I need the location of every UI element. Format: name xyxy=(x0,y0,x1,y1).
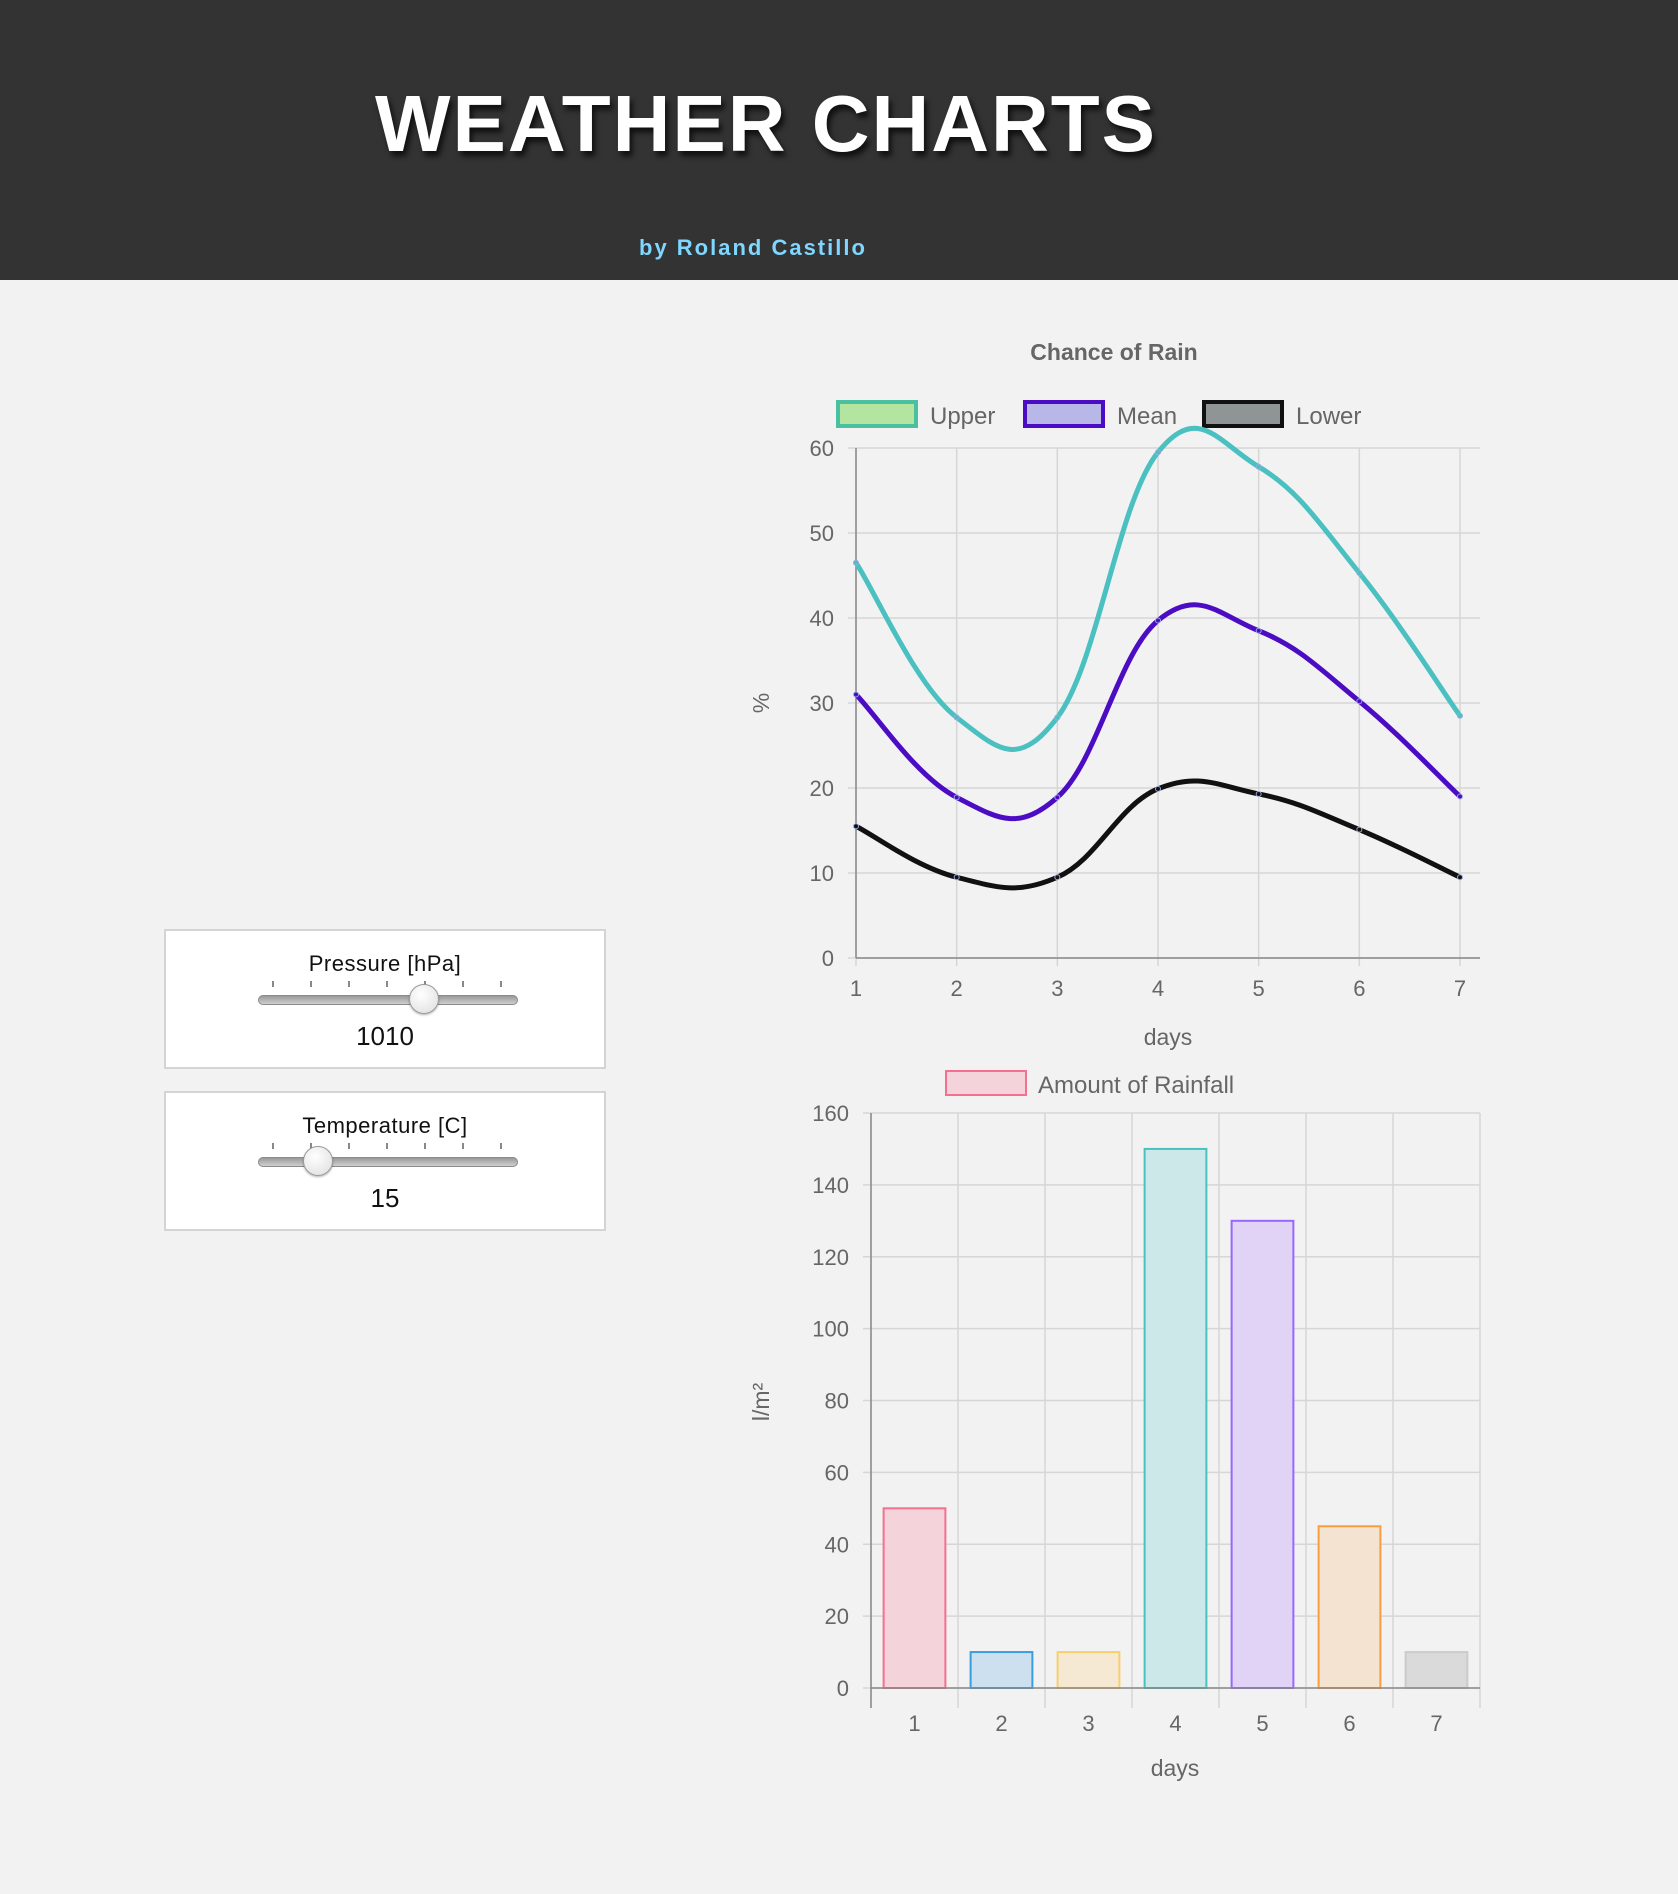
data-point-lower xyxy=(1457,874,1463,881)
chart-title: Chance of Rain xyxy=(1030,339,1197,365)
y-tick-label: 0 xyxy=(837,1676,849,1701)
y-tick-label: 30 xyxy=(810,691,834,716)
pressure-label: Pressure [hPa] xyxy=(308,951,462,976)
y-tick-label: 60 xyxy=(825,1460,849,1485)
y-tick-label: 120 xyxy=(812,1245,849,1270)
x-tick-label: 2 xyxy=(995,1711,1007,1736)
data-point-upper xyxy=(953,714,960,721)
temperature-control: Temperature [C] 15 xyxy=(164,1091,606,1231)
legend-item-mean: Mean xyxy=(1023,400,1177,430)
data-point-mean xyxy=(1155,617,1161,624)
y-tick-label: 0 xyxy=(822,946,834,971)
bar-day-4 xyxy=(1143,1147,1208,1689)
data-point-lower xyxy=(853,823,859,830)
x-axis-label: days xyxy=(1144,1024,1193,1050)
bar-day-2 xyxy=(969,1651,1034,1689)
x-tick-label: 3 xyxy=(1082,1711,1094,1736)
pressure-slider-handle[interactable] xyxy=(409,984,440,1014)
chance-of-rain-chart: Chance of Rain Upper Mean Lower 0 10 20 30 40 50 6… xyxy=(748,339,1480,1050)
x-tick-label: 2 xyxy=(951,976,963,1001)
data-point-mean xyxy=(953,794,960,801)
bar-day-7 xyxy=(1404,1651,1469,1689)
y-tick-label: 40 xyxy=(825,1532,849,1557)
legend-item-amount-of-rainfall: Amount of Rainfall xyxy=(945,1070,1234,1099)
data-point-mean xyxy=(1457,793,1463,800)
bar-day-6 xyxy=(1317,1525,1382,1689)
data-point-upper xyxy=(1356,569,1363,576)
legend-label-upper: Upper xyxy=(930,403,995,430)
page-header: WEATHER CHARTS by Roland Castillo xyxy=(0,0,1678,280)
data-point-mean xyxy=(1054,794,1061,801)
legend-item-upper: Upper xyxy=(836,400,995,430)
x-tick-label: 5 xyxy=(1253,976,1265,1001)
y-tick-label: 10 xyxy=(810,861,834,886)
legend-swatch-upper xyxy=(836,400,918,428)
legend-label-lower: Lower xyxy=(1296,403,1361,430)
legend-label-mean: Mean xyxy=(1117,403,1177,430)
pressure-control: Pressure [hPa] 1010 xyxy=(164,929,606,1069)
bar-day-3 xyxy=(1056,1651,1121,1689)
pressure-slider-track[interactable] xyxy=(258,995,518,1005)
y-tick-label: 40 xyxy=(810,606,834,631)
y-tick-label: 160 xyxy=(812,1101,849,1126)
legend-label-amount-of-rainfall: Amount of Rainfall xyxy=(1038,1072,1234,1099)
temperature-slider-handle[interactable] xyxy=(303,1146,334,1176)
data-point-upper xyxy=(1054,714,1061,721)
data-point-lower xyxy=(953,874,960,881)
x-tick-label: 1 xyxy=(908,1711,920,1736)
data-point-lower xyxy=(1155,785,1161,792)
x-tick-label: 6 xyxy=(1343,1711,1355,1736)
y-tick-label: 50 xyxy=(810,521,834,546)
data-point-upper xyxy=(1155,449,1161,456)
bar-day-5 xyxy=(1230,1219,1295,1689)
x-tick-label: 4 xyxy=(1152,976,1164,1001)
data-point-mean xyxy=(853,691,859,698)
y-tick-label: 20 xyxy=(810,776,834,801)
data-point-upper xyxy=(1457,712,1463,719)
legend-swatch-mean xyxy=(1023,400,1105,428)
x-tick-label: 5 xyxy=(1256,1711,1268,1736)
data-point-lower xyxy=(1255,790,1262,797)
x-tick-label: 7 xyxy=(1454,976,1466,1001)
page-title: WEATHER CHARTS xyxy=(375,79,1158,168)
rainfall-amount-chart: Amount of Rainfall 0 20 40 60 80 100 120 140 160 1… xyxy=(748,1070,1481,1781)
data-point-upper xyxy=(1255,463,1262,470)
y-tick-label: 140 xyxy=(812,1173,849,1198)
bar-day-1 xyxy=(882,1507,947,1689)
temperature-value: 15 xyxy=(370,1183,400,1213)
x-tick-label: 3 xyxy=(1051,976,1063,1001)
temperature-label: Temperature [C] xyxy=(302,1113,468,1138)
x-tick-label: 4 xyxy=(1169,1711,1181,1736)
x-tick-label: 1 xyxy=(850,976,862,1001)
temperature-slider-track[interactable] xyxy=(258,1157,518,1167)
data-point-lower xyxy=(1356,826,1363,833)
y-axis-label: % xyxy=(748,693,774,713)
y-tick-label: 60 xyxy=(810,436,834,461)
x-tick-label: 6 xyxy=(1353,976,1365,1001)
legend-swatch-lower xyxy=(1202,400,1284,428)
y-tick-label: 20 xyxy=(825,1604,849,1629)
x-axis-label: days xyxy=(1151,1755,1200,1781)
data-point-mean xyxy=(1356,698,1363,705)
data-point-upper xyxy=(853,559,859,566)
y-tick-label: 80 xyxy=(825,1389,849,1414)
data-point-lower xyxy=(1054,874,1061,881)
legend-item-lower: Lower xyxy=(1202,400,1361,430)
legend-swatch-amount-of-rainfall xyxy=(945,1070,1027,1096)
pressure-value: 1010 xyxy=(356,1021,414,1051)
data-point-mean xyxy=(1255,627,1262,634)
author-byline: by Roland Castillo xyxy=(639,235,867,260)
x-tick-label: 7 xyxy=(1430,1711,1442,1736)
y-tick-label: 100 xyxy=(812,1317,849,1342)
y-axis-label: l/m² xyxy=(748,1383,774,1422)
